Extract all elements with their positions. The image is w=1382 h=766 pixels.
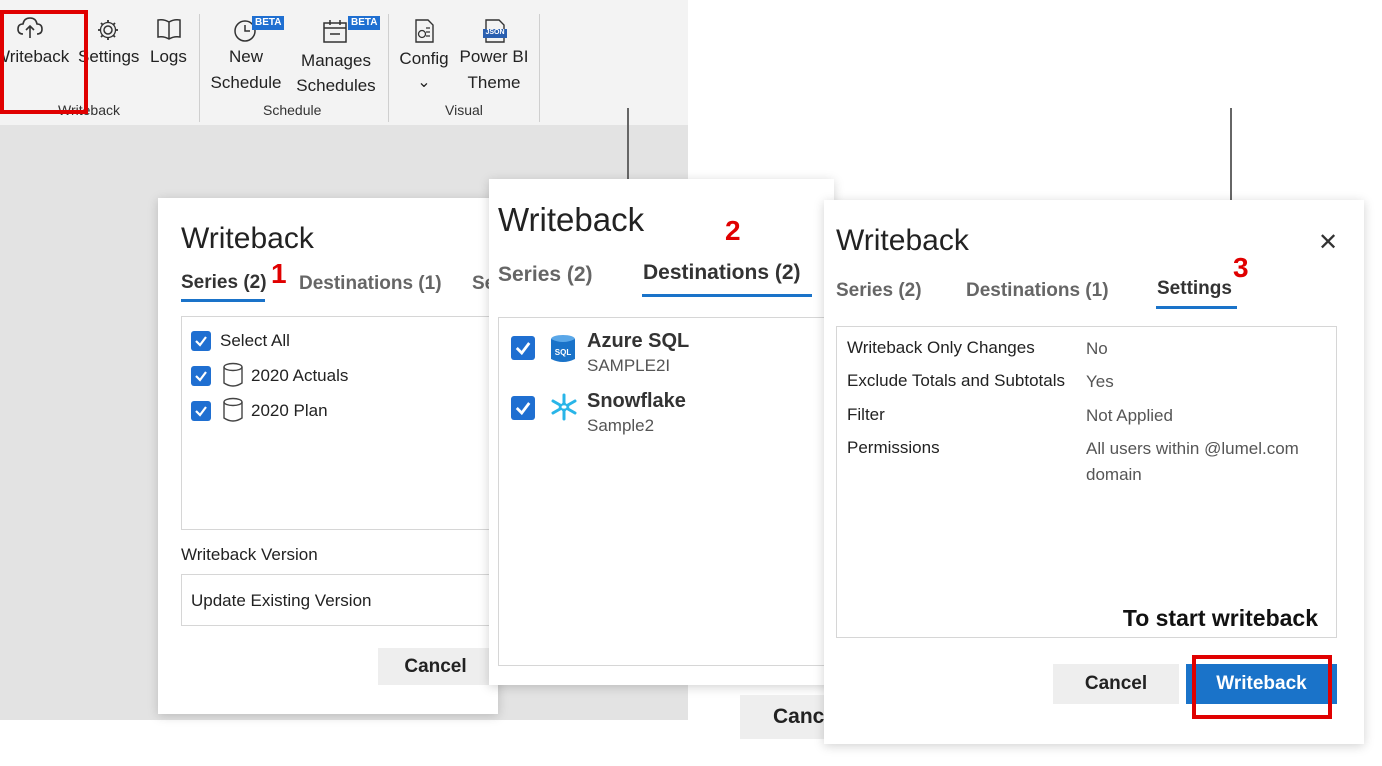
book-icon: [157, 19, 181, 40]
calendar-icon: [323, 20, 347, 43]
dialog-title: Writeback: [181, 222, 314, 255]
step-number-label: 3: [1233, 252, 1249, 283]
chevron-down-icon[interactable]: ⌄: [396, 70, 452, 96]
destination-checkbox[interactable]: [511, 396, 535, 420]
active-tab-indicator: [642, 294, 812, 297]
destination-checkbox[interactable]: [511, 336, 535, 360]
ribbon-separator: [388, 14, 389, 122]
ribbon-toolbar: Writeback Settings Logs Writeback BETA N…: [0, 0, 688, 125]
tab-settings[interactable]: Settings: [1157, 278, 1232, 300]
step-number-label: 1: [271, 258, 287, 289]
setting-value: No: [1086, 339, 1108, 358]
azure-sql-icon-text: SQL: [554, 348, 572, 357]
config-file-icon: [415, 19, 434, 43]
new-schedule-ribbon-button[interactable]: BETA New Schedule: [206, 14, 286, 100]
series-list: Select All 2020 Actuals 2020 Plan: [181, 316, 503, 530]
annotation-text: To start writeback: [1122, 605, 1318, 631]
logs-ribbon-button[interactable]: Logs: [148, 14, 192, 94]
connector-line: [627, 108, 629, 180]
writeback-dialog-series: Writeback Series (2) 1 Destinations (1) …: [158, 198, 503, 714]
config-label: Config: [399, 49, 449, 68]
select-all-checkbox[interactable]: [191, 331, 211, 351]
destination-subtitle: SAMPLE2I: [587, 356, 671, 375]
beta-badge: BETA: [252, 16, 285, 30]
cancel-button[interactable]: Cancel: [378, 648, 493, 685]
new-schedule-label-1: New: [228, 47, 263, 66]
writeback-dialog-destinations: Writeback 2 Series (2) Destinations (2) …: [489, 179, 840, 685]
manages-schedules-ribbon-button[interactable]: BETA Manages Schedules: [292, 14, 381, 100]
ribbon-separator: [199, 14, 200, 122]
writeback-version-label: Writeback Version: [181, 545, 318, 564]
power-bi-theme-ribbon-button[interactable]: JSON Power BI Theme: [456, 14, 532, 100]
destination-name: Snowflake: [587, 390, 686, 412]
cancel-button[interactable]: Cancel: [1053, 664, 1179, 704]
setting-label: Filter: [847, 405, 885, 424]
manages-schedules-label-1: Manages: [301, 51, 371, 70]
select-all-label: Select All: [220, 331, 290, 350]
destinations-list: SQL Azure SQL SAMPLE2I Snowflake Sample2: [498, 317, 840, 666]
checkmark-icon: [195, 371, 207, 382]
setting-value: Not Applied: [1086, 406, 1173, 425]
setting-value: All users within @lumel.com domain: [1086, 439, 1299, 484]
power-bi-theme-label-2: Theme: [467, 73, 521, 92]
connector-line: [1230, 108, 1232, 202]
highlight-box: [0, 10, 88, 114]
setting-label: Exclude Totals and Subtotals: [847, 371, 1065, 390]
dialog-title: Writeback: [498, 201, 645, 238]
gear-icon: [98, 20, 118, 40]
tab-series[interactable]: Series (2): [181, 272, 267, 294]
checkmark-icon: [515, 342, 531, 356]
step-number-label: 2: [725, 215, 741, 246]
active-tab-indicator: [1156, 306, 1237, 309]
power-bi-theme-label-1: Power BI: [459, 47, 529, 66]
settings-summary: Writeback Only Changes No Exclude Totals…: [836, 326, 1337, 638]
logs-ribbon-label: Logs: [150, 47, 187, 66]
destination-subtitle: Sample2: [587, 416, 655, 435]
ribbon-separator: [539, 14, 540, 122]
ribbon-group-visual-label: Visual: [445, 102, 483, 118]
active-tab-indicator: [181, 299, 265, 302]
dialog-title: Writeback: [836, 224, 969, 257]
writeback-version-select[interactable]: Update Existing Version: [181, 574, 503, 626]
highlight-box: [1192, 655, 1332, 719]
series-checkbox[interactable]: [191, 401, 211, 421]
tab-destinations[interactable]: Destinations (1): [966, 280, 1109, 302]
checkmark-icon: [195, 336, 207, 347]
snowflake-icon: [551, 393, 577, 421]
tab-series[interactable]: Series (2): [498, 263, 593, 287]
tab-destinations[interactable]: Destinations (2): [643, 261, 801, 285]
ribbon-group-schedule-label: Schedule: [263, 102, 322, 118]
checkmark-icon: [195, 406, 207, 417]
json-badge: JSON: [485, 29, 505, 36]
destination-name: Azure SQL: [587, 330, 690, 352]
new-schedule-label-2: Schedule: [210, 73, 282, 92]
series-item-label: 2020 Plan: [251, 401, 328, 420]
database-icon: [223, 362, 243, 387]
tab-series[interactable]: Series (2): [836, 280, 922, 302]
setting-label: Permissions: [847, 438, 940, 457]
setting-value: Yes: [1086, 372, 1114, 391]
checkmark-icon: [515, 402, 531, 416]
setting-label: Writeback Only Changes: [847, 338, 1035, 357]
manages-schedules-label-2: Schedules: [296, 76, 376, 95]
database-icon: [223, 397, 243, 422]
beta-badge: BETA: [348, 16, 381, 30]
series-checkbox[interactable]: [191, 366, 211, 386]
tab-destinations[interactable]: Destinations (1): [299, 273, 442, 295]
writeback-version-value: Update Existing Version: [191, 591, 372, 610]
close-icon[interactable]: ✕: [1318, 228, 1338, 257]
config-ribbon-button[interactable]: Config ⌄: [396, 14, 452, 100]
series-item-label: 2020 Actuals: [251, 366, 349, 385]
